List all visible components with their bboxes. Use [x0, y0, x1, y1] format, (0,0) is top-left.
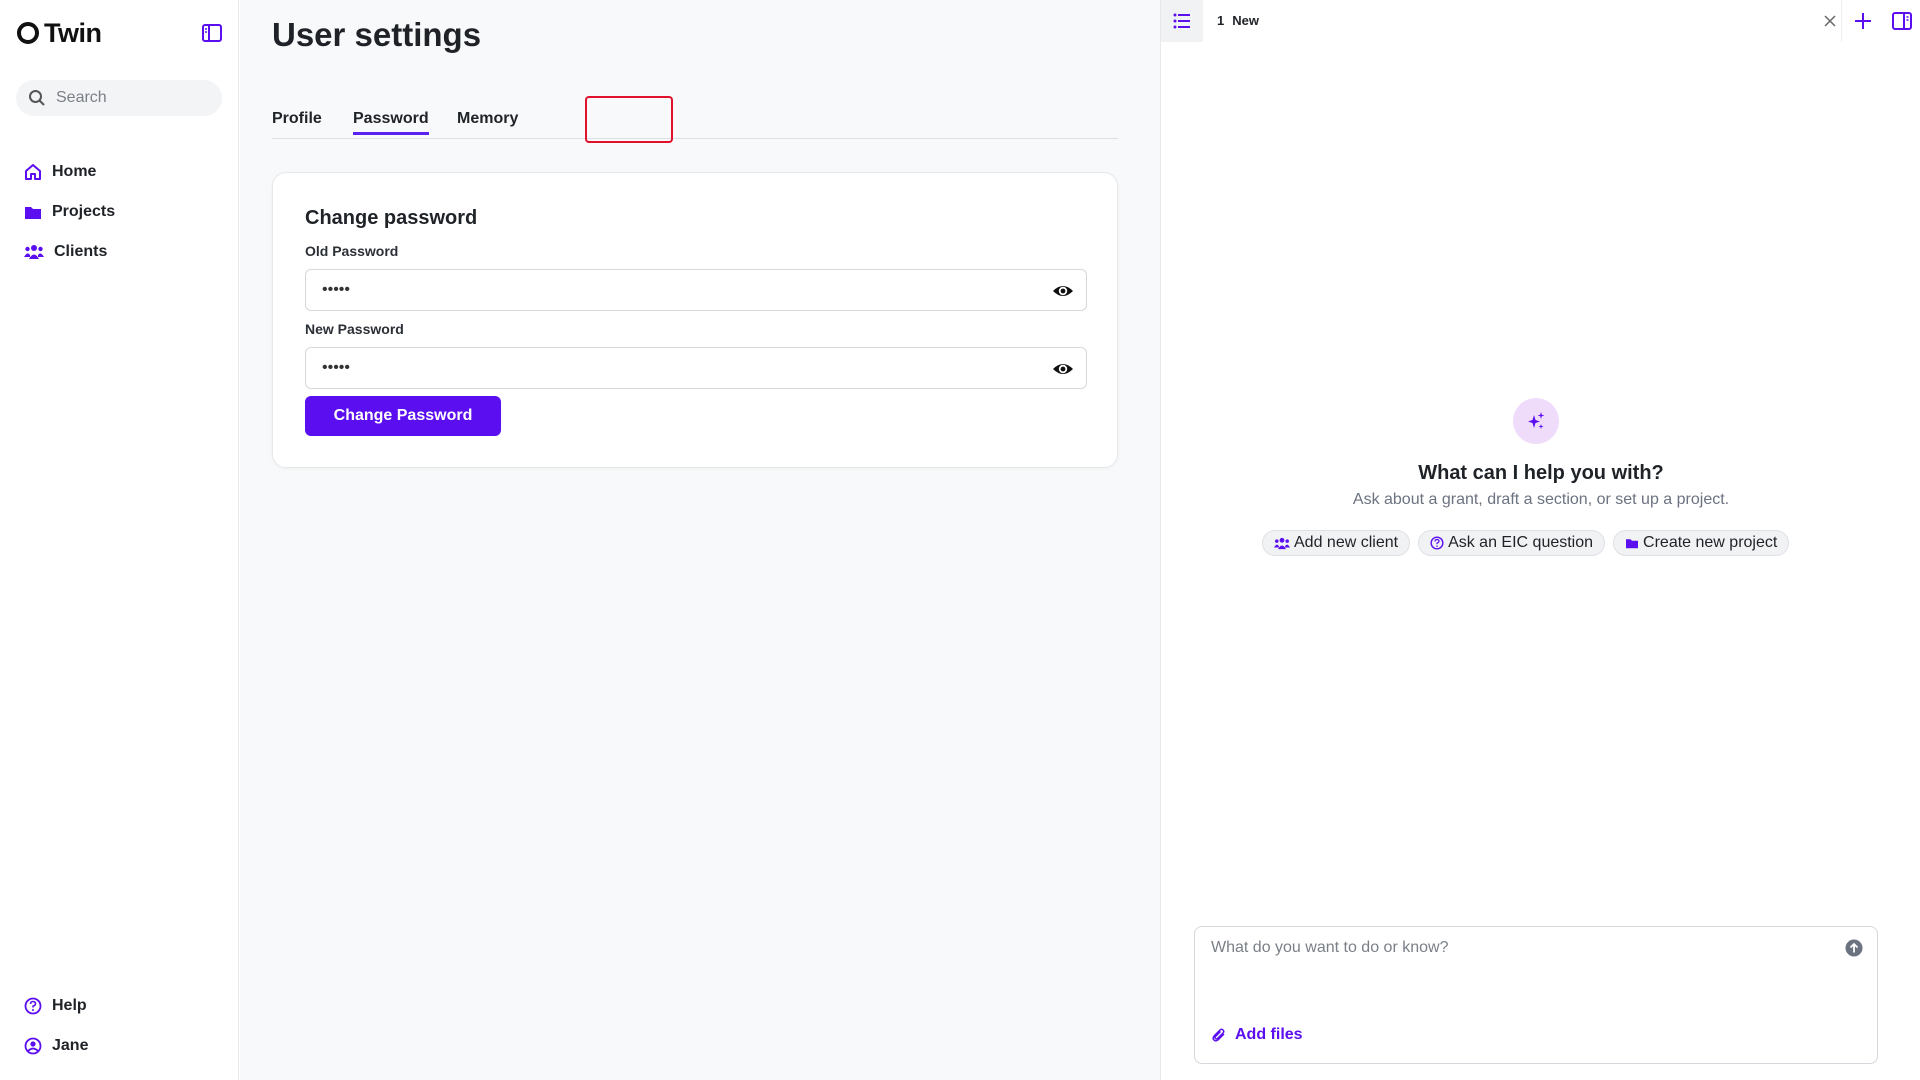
page-title: User settings [272, 16, 482, 53]
chip-create-new-project[interactable]: Create new project [1613, 530, 1790, 556]
sidebar-toggle-button[interactable] [200, 21, 224, 45]
chip-label: Ask an EIC question [1448, 534, 1594, 551]
old-password-input[interactable] [322, 281, 1022, 299]
twin-logo-icon [17, 22, 39, 44]
logo-row: Twin [16, 18, 224, 48]
sidebar-item-label: Jane [52, 1037, 89, 1054]
sidebar-item-label: Projects [52, 203, 116, 220]
sparkles-badge [1513, 398, 1559, 444]
show-password-icon[interactable] [1052, 280, 1074, 302]
hero-title: What can I help you with? [1418, 462, 1664, 484]
close-icon [1824, 15, 1836, 27]
send-icon[interactable] [1845, 939, 1863, 957]
panel-topbar: 1 New [1161, 0, 1920, 42]
change-password-card: Change password Old Password New Passwor… [272, 172, 1118, 468]
help-icon [1430, 536, 1444, 550]
panel-layout-icon [1892, 12, 1912, 30]
chat-tab-number: 1 [1217, 13, 1225, 28]
new-password-field [305, 347, 1087, 389]
change-password-button[interactable]: Change Password [305, 396, 501, 436]
suggestion-chips: Add new client Ask an EIC question Creat… [1262, 530, 1790, 556]
chat-composer: Add files [1194, 926, 1878, 1064]
sidebar-nav: Home Projects Clients [24, 152, 115, 272]
new-password-input[interactable] [322, 359, 1022, 377]
sidebar-item-label: Clients [54, 243, 108, 260]
chip-label: Add new client [1294, 534, 1399, 551]
hero-subtitle: Ask about a grant, draft a section, or s… [1352, 491, 1730, 508]
new-chat-button[interactable] [1841, 0, 1883, 42]
sidebar-item-clients[interactable]: Clients [24, 232, 115, 272]
folder-icon [25, 207, 41, 219]
sidebar-item-label: Help [52, 997, 87, 1014]
assistant-panel: 1 New What can I help you with? Ask abou… [1160, 0, 1920, 1080]
old-password-label: Old Password [305, 243, 399, 259]
toggle-panel-button[interactable] [1883, 0, 1920, 42]
app-name: Twin [44, 17, 102, 48]
close-tab-button[interactable] [1819, 10, 1841, 32]
help-icon [24, 997, 42, 1015]
chip-label: Create new project [1643, 534, 1778, 551]
sidebar-bottom: Help Jane [24, 986, 88, 1066]
conversation-list-button[interactable] [1161, 0, 1203, 42]
search-input[interactable] [56, 89, 206, 107]
paperclip-icon [1212, 1028, 1225, 1042]
show-password-icon[interactable] [1052, 358, 1074, 380]
add-files-button[interactable]: Add files [1211, 1026, 1303, 1044]
chat-tab[interactable]: 1 New [1217, 13, 1259, 28]
sidebar-item-label: Home [52, 163, 97, 180]
add-files-label: Add files [1235, 1026, 1303, 1043]
sidebar-item-user[interactable]: Jane [24, 1026, 88, 1066]
search-box[interactable] [16, 80, 222, 116]
sidebar-item-help[interactable]: Help [24, 986, 88, 1026]
logo[interactable]: Twin [16, 17, 102, 49]
users-icon [1274, 537, 1290, 549]
sparkles-icon [1528, 412, 1545, 429]
tab-memory[interactable]: Memory [457, 110, 518, 128]
users-icon [24, 245, 44, 259]
old-password-field [305, 269, 1087, 311]
tab-profile[interactable]: Profile [272, 110, 322, 128]
settings-tabs: Profile Password Memory [272, 96, 1118, 139]
tab-highlight-box [585, 96, 673, 143]
chat-tab-label: New [1232, 13, 1259, 28]
main-content: User settings Profile Password Memory Ch… [240, 0, 1160, 1080]
chat-input[interactable] [1211, 939, 1831, 979]
sidebar-toggle-icon [202, 24, 222, 42]
sidebar-item-projects[interactable]: Projects [24, 192, 115, 232]
chip-ask-eic-question[interactable]: Ask an EIC question [1418, 530, 1606, 556]
chip-add-new-client[interactable]: Add new client [1262, 530, 1411, 556]
tab-password[interactable]: Password [353, 110, 429, 135]
card-title: Change password [305, 207, 478, 229]
search-icon [29, 90, 45, 106]
user-avatar-icon [24, 1037, 42, 1055]
plus-icon [1854, 13, 1871, 29]
folder-icon [1626, 539, 1639, 549]
sidebar: Twin Home Projects [0, 0, 239, 1080]
home-icon [25, 164, 41, 180]
sidebar-item-home[interactable]: Home [24, 152, 115, 192]
list-icon [1173, 13, 1190, 29]
new-password-label: New Password [305, 321, 404, 337]
